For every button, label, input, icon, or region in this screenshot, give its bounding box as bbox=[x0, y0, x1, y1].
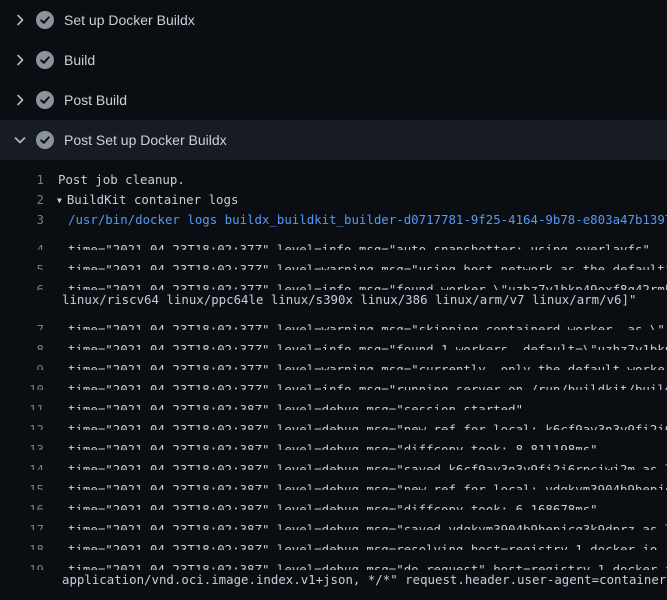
log-line: 11time="2021-04-23T18:02:38Z" level=debu… bbox=[0, 390, 667, 410]
log-line-continuation: application/vnd.oci.image.index.v1+json,… bbox=[0, 570, 667, 590]
log-line-number[interactable]: 3 bbox=[0, 210, 44, 230]
log-line: 8time="2021-04-23T18:02:37Z" level=info … bbox=[0, 330, 667, 350]
log-line-number[interactable]: 10 bbox=[0, 380, 44, 390]
log-line-number[interactable]: 6 bbox=[0, 280, 44, 290]
log-line-text: time="2021-04-23T18:02:38Z" level=debug … bbox=[44, 502, 598, 510]
log-line-number[interactable]: 12 bbox=[0, 420, 44, 430]
log-line-number[interactable]: 17 bbox=[0, 520, 44, 530]
step-label: Post Build bbox=[64, 92, 127, 108]
log-line-text: time="2021-04-23T18:02:37Z" level=info m… bbox=[44, 282, 667, 290]
log-line: 16time="2021-04-23T18:02:38Z" level=debu… bbox=[0, 490, 667, 510]
log-line: 6time="2021-04-23T18:02:37Z" level=info … bbox=[0, 270, 667, 290]
log-line: 2▼BuildKit container logs bbox=[0, 190, 667, 210]
log-line: 7time="2021-04-23T18:02:37Z" level=warni… bbox=[0, 310, 667, 330]
log-line-text: linux/riscv64 linux/ppc64le linux/s390x … bbox=[62, 292, 636, 307]
step-label: Post Set up Docker Buildx bbox=[64, 132, 227, 148]
check-circle-icon bbox=[36, 11, 54, 29]
log-line: 3/usr/bin/docker logs buildx_buildkit_bu… bbox=[0, 210, 667, 230]
log-line-number[interactable]: 18 bbox=[0, 540, 44, 550]
log-line: 18time="2021-04-23T18:02:38Z" level=debu… bbox=[0, 530, 667, 550]
step-row-set-up-docker-buildx[interactable]: Set up Docker Buildx bbox=[0, 0, 667, 40]
log-line: 13time="2021-04-23T18:02:38Z" level=debu… bbox=[0, 430, 667, 450]
log-line-text: application/vnd.oci.image.index.v1+json,… bbox=[62, 572, 667, 587]
log-line: 19time="2021-04-23T18:02:38Z" level=debu… bbox=[0, 550, 667, 570]
steps-list: Set up Docker Buildx Build Post Build Po… bbox=[0, 0, 667, 160]
step-row-post-set-up-docker-buildx[interactable]: Post Set up Docker Buildx bbox=[0, 120, 667, 160]
log-line: 15time="2021-04-23T18:02:38Z" level=debu… bbox=[0, 470, 667, 490]
log-panel: 1Post job cleanup.2▼BuildKit container l… bbox=[0, 160, 667, 600]
log-line: 10time="2021-04-23T18:02:37Z" level=info… bbox=[0, 370, 667, 390]
log-line: 12time="2021-04-23T18:02:38Z" level=debu… bbox=[0, 410, 667, 430]
log-line-number[interactable]: 15 bbox=[0, 480, 44, 490]
log-line-number[interactable]: 9 bbox=[0, 360, 44, 370]
step-label: Build bbox=[64, 52, 95, 68]
log-line-continuation: linux/riscv64 linux/ppc64le linux/s390x … bbox=[0, 290, 667, 310]
check-circle-icon bbox=[36, 131, 54, 149]
log-line-number[interactable]: 7 bbox=[0, 320, 44, 330]
log-line-text: time="2021-04-23T18:02:38Z" level=debug … bbox=[44, 562, 667, 570]
log-line-number[interactable]: 19 bbox=[0, 560, 44, 570]
log-line-text: time="2021-04-23T18:02:38Z" level=debug … bbox=[44, 422, 667, 430]
log-line-text: time="2021-04-23T18:02:38Z" level=debug … bbox=[44, 402, 523, 410]
log-line-number[interactable]: 16 bbox=[0, 500, 44, 510]
check-circle-icon bbox=[36, 51, 54, 69]
log-line-text: /usr/bin/docker logs buildx_buildkit_bui… bbox=[44, 212, 667, 227]
check-circle-icon bbox=[36, 91, 54, 109]
chevron-down-icon[interactable] bbox=[12, 132, 28, 148]
log-line-text: time="2021-04-23T18:02:38Z" level=debug … bbox=[44, 542, 657, 550]
triangle-down-icon[interactable]: ▼ bbox=[44, 191, 62, 210]
log-line-text: time="2021-04-23T18:02:37Z" level=warnin… bbox=[44, 322, 667, 330]
log-line-text: time="2021-04-23T18:02:37Z" level=warnin… bbox=[44, 362, 667, 370]
log-line-text: Post job cleanup. bbox=[44, 172, 185, 187]
log-line: 5time="2021-04-23T18:02:37Z" level=warni… bbox=[0, 250, 667, 270]
log-line: 17time="2021-04-23T18:02:38Z" level=debu… bbox=[0, 510, 667, 530]
log-line: 1Post job cleanup. bbox=[0, 170, 667, 190]
chevron-right-icon[interactable] bbox=[12, 12, 28, 28]
log-line-number[interactable]: 2 bbox=[0, 190, 44, 210]
log-line-text: time="2021-04-23T18:02:37Z" level=info m… bbox=[44, 382, 667, 390]
log-line-text: time="2021-04-23T18:02:37Z" level=info m… bbox=[44, 342, 667, 350]
log-line-number[interactable]: 4 bbox=[0, 240, 44, 250]
log-group-toggle[interactable]: BuildKit container logs bbox=[62, 192, 239, 207]
log-line-number[interactable]: 11 bbox=[0, 400, 44, 410]
log-line-text: time="2021-04-23T18:02:37Z" level=info m… bbox=[44, 242, 650, 250]
log-line-number[interactable]: 5 bbox=[0, 260, 44, 270]
chevron-right-icon[interactable] bbox=[12, 52, 28, 68]
log-line: 20time="2021-04-23T18:02:38Z" level=debu… bbox=[0, 590, 667, 600]
log-line: 9time="2021-04-23T18:02:37Z" level=warni… bbox=[0, 350, 667, 370]
log-line-number[interactable]: 1 bbox=[0, 170, 44, 190]
log-line-number[interactable]: 13 bbox=[0, 440, 44, 450]
log-line-text: time="2021-04-23T18:02:38Z" level=debug … bbox=[44, 522, 667, 530]
step-row-post-build[interactable]: Post Build bbox=[0, 80, 667, 120]
step-row-build[interactable]: Build bbox=[0, 40, 667, 80]
log-line-text: time="2021-04-23T18:02:37Z" level=warnin… bbox=[44, 262, 667, 270]
log-line-text: time="2021-04-23T18:02:38Z" level=debug … bbox=[44, 482, 667, 490]
chevron-right-icon[interactable] bbox=[12, 92, 28, 108]
log-line: 4time="2021-04-23T18:02:37Z" level=info … bbox=[0, 230, 667, 250]
log-line-number[interactable]: 14 bbox=[0, 460, 44, 470]
log-line-text: time="2021-04-23T18:02:38Z" level=debug … bbox=[44, 462, 667, 470]
log-line: 14time="2021-04-23T18:02:38Z" level=debu… bbox=[0, 450, 667, 470]
log-line-number[interactable]: 8 bbox=[0, 340, 44, 350]
log-line-text: time="2021-04-23T18:02:38Z" level=debug … bbox=[44, 442, 598, 450]
step-label: Set up Docker Buildx bbox=[64, 12, 195, 28]
